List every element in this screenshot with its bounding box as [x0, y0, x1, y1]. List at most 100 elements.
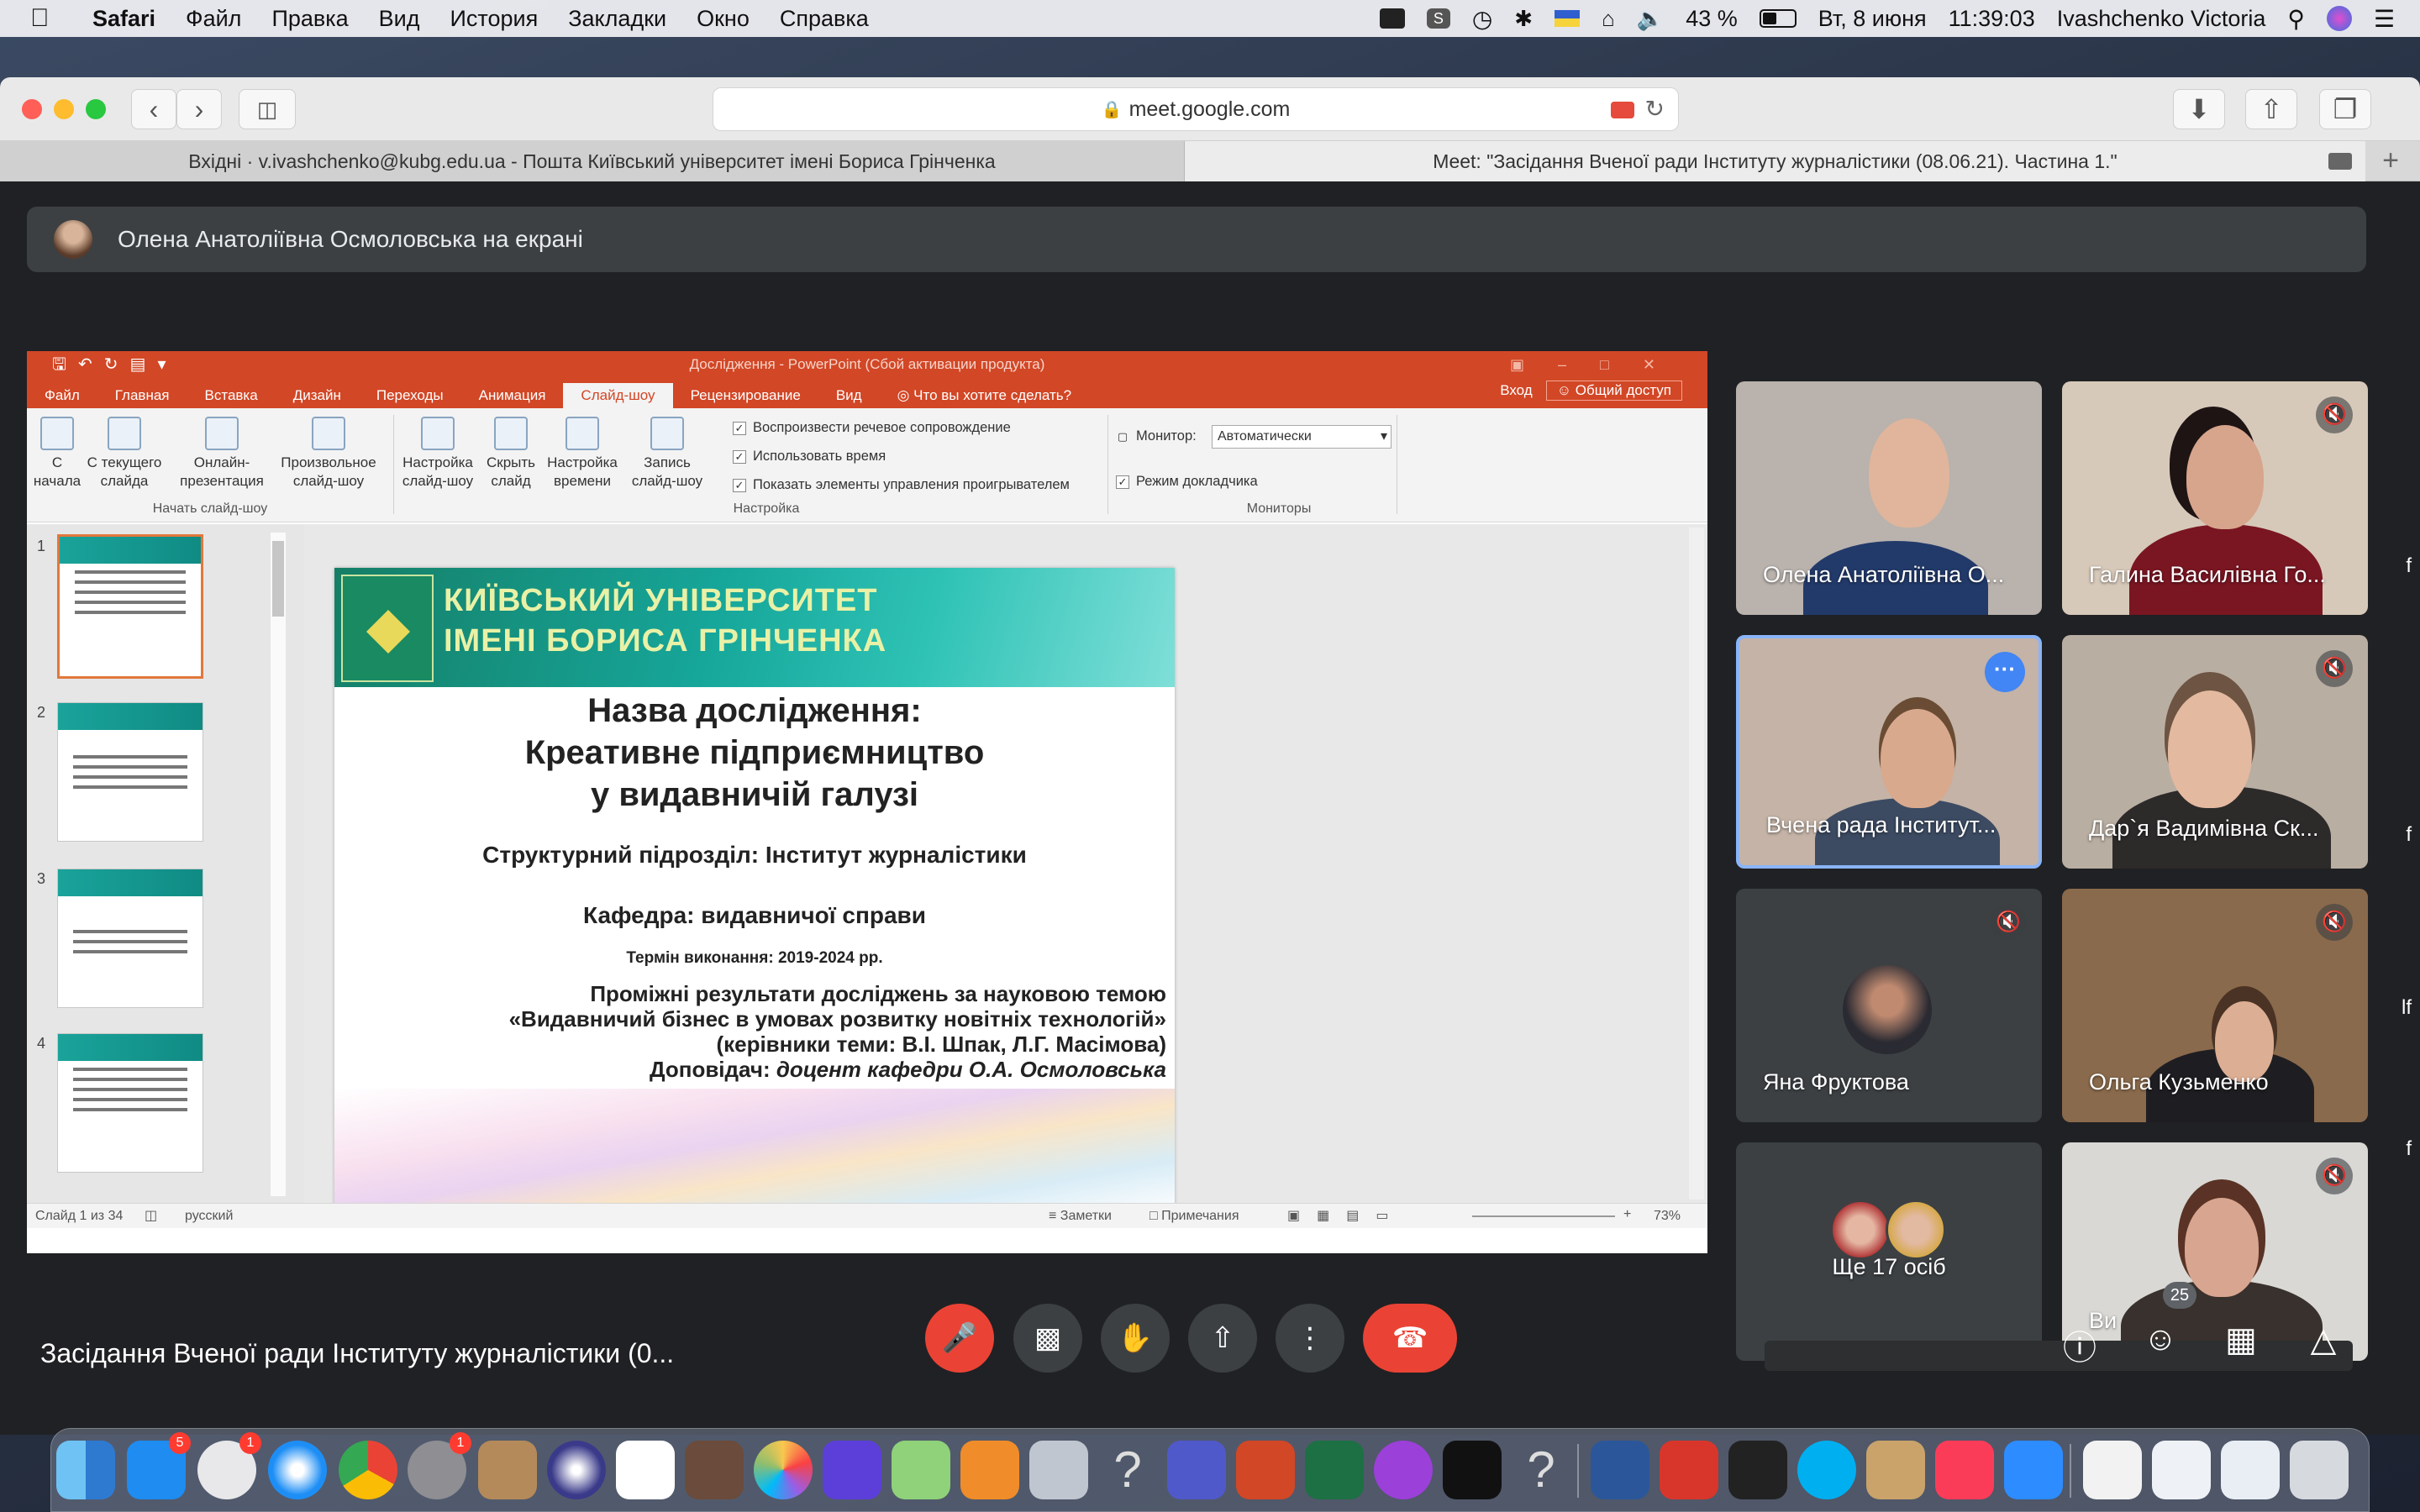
- terminal-icon[interactable]: [1728, 1441, 1787, 1499]
- imovie-star-icon[interactable]: [823, 1441, 881, 1499]
- battery-icon[interactable]: [1759, 9, 1797, 28]
- slide-unit: Структурний підрозділ: Інститут журналіс…: [482, 842, 1027, 868]
- acrobat-icon[interactable]: [1660, 1441, 1718, 1499]
- launchpad-icon[interactable]: [547, 1441, 606, 1499]
- books-icon[interactable]: [960, 1441, 1019, 1499]
- leave-call-button[interactable]: ☎: [1363, 1304, 1457, 1373]
- apple-menu-icon[interactable]: : [30, 4, 67, 33]
- share-button[interactable]: ⇧: [2245, 89, 2297, 129]
- participant-tile[interactable]: Олена Анатоліївна О...: [1736, 381, 2042, 615]
- word-icon[interactable]: [1591, 1441, 1649, 1499]
- skype-icon[interactable]: [1797, 1441, 1856, 1499]
- trash-icon[interactable]: [2290, 1441, 2349, 1499]
- participant-tile[interactable]: 🔇 Яна Фруктова: [1736, 889, 2042, 1122]
- more-participants-tile[interactable]: Ще 17 осіб: [1736, 1142, 2042, 1361]
- facetime-camera-icon[interactable]: [1379, 8, 1405, 29]
- microphone-toggle[interactable]: 🎤: [925, 1304, 994, 1373]
- ppt-chk-timings: ✓ Использовать время: [733, 449, 886, 465]
- people-icon[interactable]: ☺: [2139, 1320, 2181, 1358]
- teams-icon[interactable]: [1167, 1441, 1226, 1499]
- menu-edit[interactable]: Правка: [271, 6, 348, 32]
- thumb-number: 3: [37, 870, 46, 887]
- tab-meet[interactable]: Meet: "Засідання Вченої ради Інституту ж…: [1185, 141, 2365, 181]
- volume-icon[interactable]: 🔈: [1637, 6, 1664, 32]
- present-now-button[interactable]: ⇧: [1188, 1304, 1257, 1373]
- downloads-button[interactable]: ⬇: [2173, 89, 2225, 129]
- time-machine-icon[interactable]: ◷: [1472, 5, 1492, 33]
- calendar-icon[interactable]: [616, 1441, 675, 1499]
- menu-file[interactable]: Файл: [186, 6, 241, 32]
- menu-app-name[interactable]: Safari: [92, 6, 155, 32]
- spotlight-search-icon[interactable]: ⚲: [2287, 5, 2305, 33]
- menu-user[interactable]: Ivashchenko Victoria: [2057, 6, 2266, 32]
- xcode-instruments-icon[interactable]: [1029, 1441, 1088, 1499]
- apple-tv-icon[interactable]: [1443, 1441, 1502, 1499]
- chrome-icon[interactable]: [339, 1441, 397, 1499]
- zoom-icon[interactable]: [2004, 1441, 2063, 1499]
- minimize-window-button[interactable]: [54, 99, 74, 119]
- menu-view[interactable]: Вид: [379, 6, 420, 32]
- dock-separator: [2070, 1444, 2071, 1498]
- wifi-icon[interactable]: ⌂: [1602, 6, 1615, 32]
- menu-help[interactable]: Справка: [780, 6, 869, 32]
- activities-icon[interactable]: △: [2302, 1320, 2344, 1359]
- more-options-icon[interactable]: ···: [1985, 652, 2025, 692]
- notification-badge: 5: [169, 1432, 191, 1454]
- menu-window[interactable]: Окно: [697, 6, 750, 32]
- more-options-button[interactable]: ⋮: [1276, 1304, 1344, 1373]
- meeting-details-icon[interactable]: ⓘ: [2059, 1320, 2101, 1369]
- rehearse-timings-icon: [566, 417, 599, 450]
- participant-tile[interactable]: 🔇 Дар`я Вадимівна Ск...: [2062, 635, 2368, 869]
- photo-booth-icon[interactable]: [685, 1441, 744, 1499]
- raise-hand-button[interactable]: ✋: [1101, 1304, 1170, 1373]
- menu-date[interactable]: Вт, 8 июня: [1818, 6, 1927, 32]
- forward-button[interactable]: ›: [176, 89, 222, 129]
- participant-tile[interactable]: 🔇 Галина Василівна Го...: [2062, 381, 2368, 615]
- document-thumbnail-icon[interactable]: [2221, 1441, 2280, 1499]
- reload-icon[interactable]: ↻: [1645, 95, 1665, 123]
- safari-icon[interactable]: [268, 1441, 327, 1499]
- address-bar[interactable]: 🔒 meet.google.com ↻: [713, 87, 1679, 131]
- sidebar-toggle-button[interactable]: ◫: [239, 89, 296, 129]
- notification-badge: 1: [239, 1432, 261, 1454]
- menu-bookmarks[interactable]: Закладки: [568, 6, 666, 32]
- new-tab-button[interactable]: +: [2365, 141, 2416, 181]
- tab-overview-button[interactable]: ❐: [2319, 89, 2371, 129]
- ppt-window-controls-icon: ▣–□✕: [1510, 356, 1689, 373]
- photos-icon[interactable]: [754, 1441, 813, 1499]
- ppt-zoom-slider: [1472, 1215, 1615, 1217]
- siri-icon[interactable]: [2326, 6, 2352, 31]
- participant-tile-active[interactable]: ··· Вчена рада Інститут...: [1736, 635, 2042, 869]
- close-window-button[interactable]: [22, 99, 42, 119]
- document-thumbnail-icon[interactable]: [2152, 1441, 2211, 1499]
- powerpoint-icon[interactable]: [1236, 1441, 1295, 1499]
- meet-view: Олена Анатоліївна Осмоловська на екрані …: [0, 181, 2420, 1435]
- keyboard-layout-flag-icon[interactable]: [1555, 10, 1581, 27]
- unknown-app-icon[interactable]: ?: [1098, 1441, 1157, 1499]
- participant-tile[interactable]: 🔇 Ольга Кузьменко: [2062, 889, 2368, 1122]
- contacts-icon[interactable]: [478, 1441, 537, 1499]
- maps-icon[interactable]: [892, 1441, 950, 1499]
- music-icon[interactable]: [1935, 1441, 1994, 1499]
- skype-status-icon[interactable]: S: [1426, 8, 1450, 29]
- unknown-app-icon[interactable]: ?: [1512, 1441, 1570, 1499]
- menu-history[interactable]: История: [450, 6, 539, 32]
- notification-center-icon[interactable]: ☰: [2374, 5, 2395, 33]
- tab-mail[interactable]: Вхідні · v.ivashchenko@kubg.edu.ua - Пош…: [0, 141, 1185, 181]
- finder-icon[interactable]: [56, 1441, 115, 1499]
- utility-icon[interactable]: [1866, 1441, 1925, 1499]
- zoom-window-button[interactable]: [86, 99, 106, 119]
- bluetooth-icon[interactable]: ✱: [1514, 6, 1533, 32]
- podcasts-icon[interactable]: [1374, 1441, 1433, 1499]
- edge-fragment: f: [2406, 554, 2412, 577]
- excel-icon[interactable]: [1305, 1441, 1364, 1499]
- slide-header-band: КИЇВСЬКИЙ УНІВЕРСИТЕТ ІМЕНІ БОРИСА ГРІНЧ…: [334, 568, 1175, 687]
- back-button[interactable]: ‹: [131, 89, 176, 129]
- menu-time[interactable]: 11:39:03: [1949, 6, 2035, 32]
- download-icon: ⬇: [2187, 94, 2211, 124]
- ppt-btn-rehearse: Настройка времени: [543, 417, 622, 491]
- chat-icon[interactable]: ▦: [2220, 1320, 2262, 1359]
- camera-in-use-icon[interactable]: [1611, 102, 1634, 118]
- camera-toggle[interactable]: ▩: [1013, 1304, 1082, 1373]
- document-thumbnail-icon[interactable]: [2083, 1441, 2142, 1499]
